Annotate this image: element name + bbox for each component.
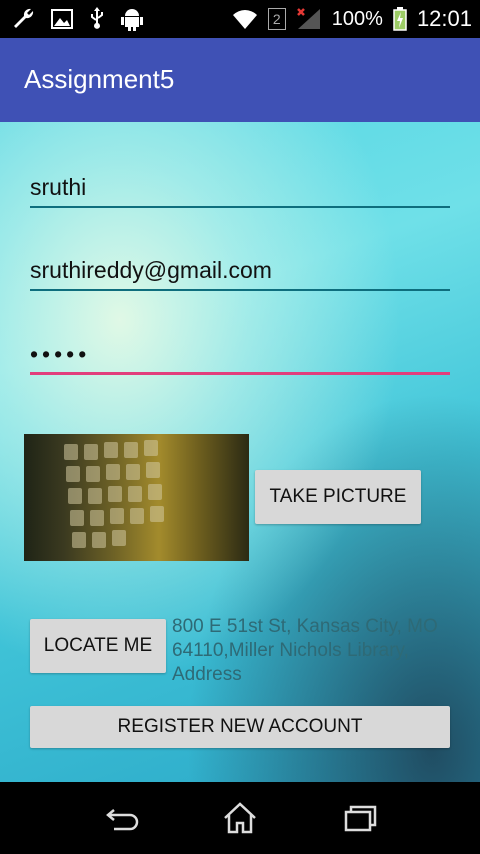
home-icon: [224, 802, 256, 834]
usb-icon: [91, 7, 103, 29]
password-field-underline: [30, 372, 450, 375]
sim-2-icon: 2: [267, 8, 286, 30]
status-right-icons: 2 100% 12:01: [232, 6, 472, 32]
captured-photo: [24, 434, 249, 561]
android-icon: [121, 9, 143, 31]
email-field-underline: [30, 289, 450, 291]
email-field-value: sruthireddy@gmail.com: [30, 257, 272, 283]
back-icon: [106, 809, 139, 831]
take-picture-button[interactable]: TAKE PICTURE: [255, 470, 421, 524]
battery-percent: 100%: [331, 8, 383, 30]
password-field[interactable]: •••••: [30, 331, 450, 375]
status-left-icons: [10, 6, 144, 32]
battery-charging-icon: [393, 7, 407, 31]
app-bar: Assignment5: [0, 38, 480, 122]
recents-button[interactable]: [330, 798, 390, 838]
register-new-account-button[interactable]: REGISTER NEW ACCOUNT: [30, 706, 450, 748]
app-title: Assignment5: [24, 64, 175, 94]
navigation-bar: [0, 782, 480, 854]
recents-icon: [344, 805, 377, 832]
clock: 12:01: [416, 6, 472, 31]
image-icon: [51, 9, 73, 29]
locate-me-button[interactable]: LOCATE ME: [30, 619, 166, 673]
address-text: 800 E 51st St, Kansas City, MO 64110,Mil…: [172, 616, 438, 681]
wrench-icon: [14, 8, 34, 28]
password-field-value: •••••: [30, 341, 91, 367]
back-button[interactable]: [92, 798, 152, 838]
status-bar: 2 100% 12:01: [0, 0, 480, 38]
email-field[interactable]: sruthireddy@gmail.com: [30, 247, 450, 291]
name-field-underline: [30, 206, 450, 208]
name-field[interactable]: sruthi: [30, 164, 450, 208]
home-button[interactable]: [210, 798, 270, 838]
signal-icon: [296, 8, 320, 29]
name-field-value: sruthi: [30, 174, 87, 200]
content-area: sruthi sruthireddy@gmail.com ••••• TAKE …: [0, 122, 480, 782]
wifi-icon: [232, 10, 257, 29]
